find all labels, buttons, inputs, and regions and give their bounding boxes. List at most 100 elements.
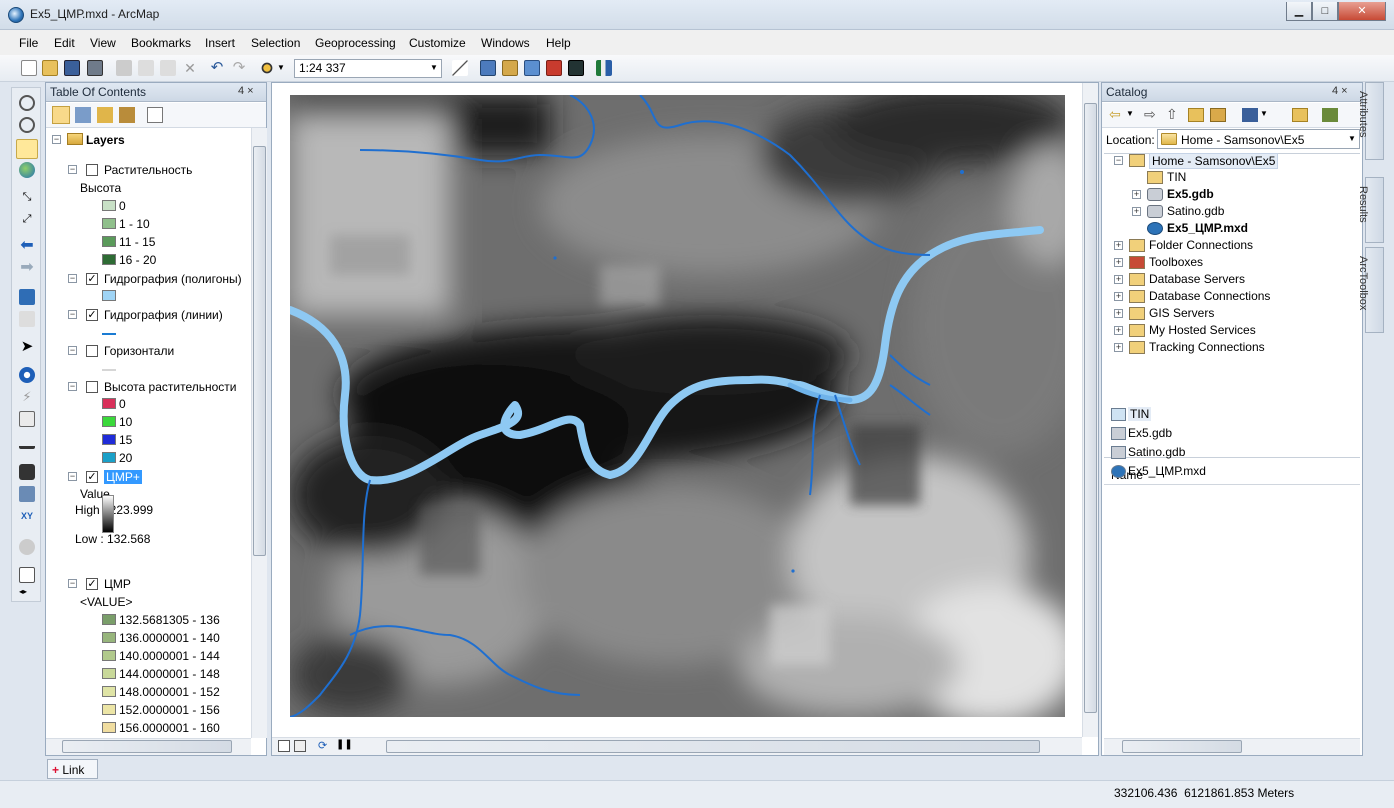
legend-swatch[interactable] <box>102 398 116 409</box>
back-arrow-icon[interactable]: ⇦ <box>1109 106 1121 123</box>
list-by-visibility-icon[interactable] <box>97 107 113 123</box>
layer-collapse-icon[interactable]: − <box>68 165 77 174</box>
legend-swatch[interactable] <box>102 632 116 643</box>
open-folder-icon[interactable] <box>42 60 58 76</box>
layer-visibility-checkbox[interactable] <box>86 381 98 393</box>
new-folder-icon[interactable] <box>1292 108 1308 122</box>
zoom-out-icon[interactable] <box>19 117 35 133</box>
arctoolbox-tab[interactable]: ArcToolbox <box>1357 247 1384 333</box>
tree-expand-icon[interactable]: + <box>1114 343 1123 352</box>
legend-line-symbol[interactable] <box>102 333 116 335</box>
paste-icon[interactable] <box>160 60 176 76</box>
tree-expand-icon[interactable]: + <box>1132 190 1141 199</box>
find-route-icon[interactable] <box>19 486 35 502</box>
view-dropdown-icon[interactable]: ▼ <box>1260 109 1268 118</box>
toc-pin-close[interactable]: 4 × <box>238 85 254 97</box>
location-combobox[interactable]: Home - Samsonov\Ex5 ▼ <box>1157 129 1360 149</box>
new-document-icon[interactable] <box>21 60 37 76</box>
catalog-tree-item[interactable]: GIS Servers <box>1149 306 1214 320</box>
tree-expand-icon[interactable]: + <box>1114 275 1123 284</box>
menu-geoprocessing[interactable]: Geoprocessing <box>315 36 396 50</box>
maximize-button[interactable]: □ <box>1312 2 1338 21</box>
tree-expand-icon[interactable]: − <box>1114 156 1123 165</box>
toc-horizontal-scroll-thumb[interactable] <box>62 740 232 753</box>
layer-name[interactable]: Растительность <box>104 163 192 177</box>
layer-visibility-checkbox[interactable]: ✓ <box>86 578 98 590</box>
catalog-tree-item[interactable]: My Hosted Services <box>1149 323 1256 337</box>
identify-icon[interactable] <box>19 367 35 383</box>
layer-visibility-checkbox[interactable]: ✓ <box>86 273 98 285</box>
catalog-content-item[interactable]: Satino.gdb <box>1128 445 1185 459</box>
close-button[interactable]: ✕ <box>1338 2 1386 21</box>
layer-collapse-icon[interactable]: − <box>68 274 77 283</box>
find-binoculars-icon[interactable] <box>19 464 35 480</box>
catalog-content-item[interactable]: Ex5.gdb <box>1128 426 1172 440</box>
catalog-tree-item[interactable]: Ex5_ЦМР.mxd <box>1167 221 1248 235</box>
tree-expand-icon[interactable]: + <box>1114 258 1123 267</box>
layer-visibility-checkbox[interactable]: ✓ <box>86 471 98 483</box>
full-extent-globe-icon[interactable] <box>19 162 35 178</box>
layer-name[interactable]: Горизонтали <box>104 344 174 358</box>
layer-collapse-icon[interactable]: − <box>68 346 77 355</box>
layer-collapse-icon[interactable]: − <box>68 579 77 588</box>
menu-edit[interactable]: Edit <box>54 36 75 50</box>
catalog-tree-item[interactable]: Ex5.gdb <box>1167 187 1214 201</box>
copy-icon[interactable] <box>138 60 154 76</box>
layers-data-frame-label[interactable]: Layers <box>86 133 125 147</box>
catalog-tree-item[interactable]: Home - Samsonov\Ex5 <box>1149 153 1279 169</box>
legend-swatch[interactable] <box>102 254 116 265</box>
arctoolbox-icon[interactable] <box>546 60 562 76</box>
model-builder-icon[interactable] <box>596 60 612 76</box>
viewer-window-icon[interactable] <box>19 567 35 583</box>
menu-windows[interactable]: Windows <box>481 36 530 50</box>
menu-file[interactable]: File <box>19 36 38 50</box>
catalog-tree-item[interactable]: Toolboxes <box>1149 255 1203 269</box>
catalog-tree-item[interactable]: Database Servers <box>1149 272 1245 286</box>
layer-name[interactable]: Высота растительности <box>104 380 236 394</box>
search-window-icon[interactable] <box>524 60 540 76</box>
tree-expand-icon[interactable]: + <box>1114 309 1123 318</box>
tree-expand-icon[interactable]: + <box>1114 326 1123 335</box>
catalog-tree-item[interactable]: Satino.gdb <box>1167 204 1224 218</box>
layers-collapse-icon[interactable]: − <box>52 135 61 144</box>
list-by-selection-icon[interactable] <box>119 107 135 123</box>
catalog-tree-item[interactable]: Tracking Connections <box>1149 340 1265 354</box>
refresh-view-icon[interactable]: ⟳ <box>318 739 327 752</box>
map-vertical-scrollbar[interactable] <box>1082 83 1098 737</box>
tree-expand-icon[interactable]: + <box>1114 241 1123 250</box>
toolbar-overflow-icon[interactable]: ◂▸ <box>19 587 35 597</box>
legend-swatch[interactable] <box>102 650 116 661</box>
stretch-color-ramp[interactable] <box>102 495 114 533</box>
layer-visibility-checkbox[interactable]: ✓ <box>86 309 98 321</box>
catalog-content-item[interactable]: TIN <box>1128 407 1152 421</box>
catalog-horizontal-scroll-thumb[interactable] <box>1122 740 1242 753</box>
menu-selection[interactable]: Selection <box>251 36 300 50</box>
menu-view[interactable]: View <box>90 36 116 50</box>
legend-swatch[interactable] <box>102 200 116 211</box>
legend-swatch[interactable] <box>102 452 116 463</box>
view-toggle-icon[interactable] <box>1242 108 1258 122</box>
fixed-zoom-out-icon[interactable]: ⤢ <box>19 211 35 227</box>
layer-name[interactable]: Гидрография (полигоны) <box>104 272 242 286</box>
legend-swatch[interactable] <box>102 218 116 229</box>
map-scale-input[interactable]: 1:24 337 <box>294 59 442 78</box>
catalog-tree-item[interactable]: Folder Connections <box>1149 238 1253 252</box>
layer-visibility-checkbox[interactable] <box>86 345 98 357</box>
fixed-zoom-in-icon[interactable]: ⤡ <box>19 189 35 205</box>
connect-folder-icon[interactable] <box>1210 108 1226 122</box>
layer-collapse-icon[interactable]: − <box>68 472 77 481</box>
minimize-button[interactable]: ▁ <box>1286 2 1312 21</box>
layer-visibility-checkbox[interactable] <box>86 164 98 176</box>
map-vertical-scroll-thumb[interactable] <box>1084 103 1097 713</box>
link-tab[interactable]: + Link <box>47 759 98 779</box>
table-of-contents-icon[interactable] <box>480 60 496 76</box>
python-window-icon[interactable] <box>568 60 584 76</box>
cut-icon[interactable] <box>116 60 132 76</box>
back-extent-icon[interactable]: ⬅ <box>19 238 35 254</box>
catalog-options-icon[interactable] <box>1322 108 1338 122</box>
layer-name[interactable]: Гидрография (линии) <box>104 308 223 322</box>
measure-icon[interactable] <box>19 439 35 449</box>
catalog-content-item[interactable]: Ex5_ЦМР.mxd <box>1128 464 1206 478</box>
catalog-window-icon[interactable] <box>502 60 518 76</box>
legend-swatch[interactable] <box>102 704 116 715</box>
